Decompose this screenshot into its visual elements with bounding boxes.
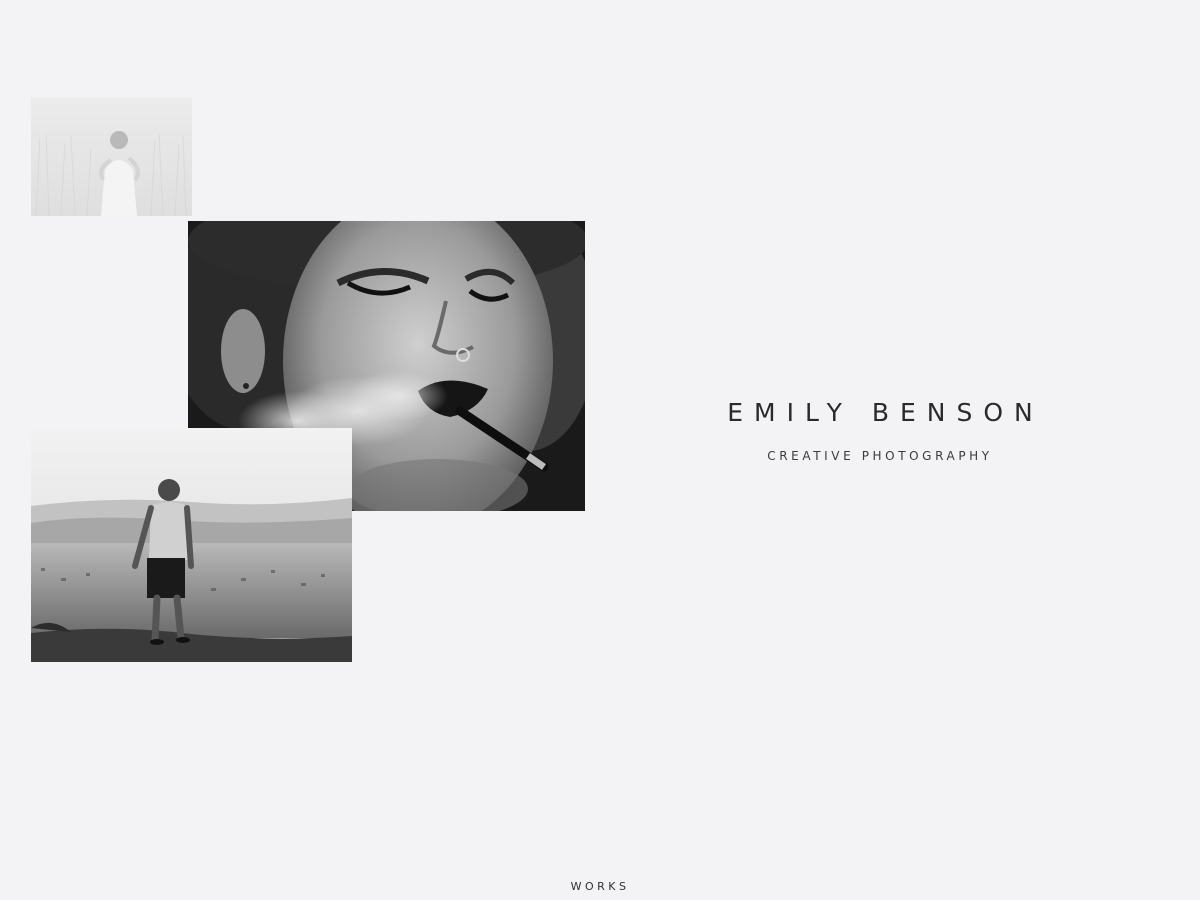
photo-boy[interactable] <box>31 428 352 662</box>
brand-name: EMILY BENSON <box>727 398 1044 427</box>
page: EMILY BENSON CREATIVE PHOTOGRAPHY WORKS <box>0 0 1200 900</box>
boy-image <box>31 428 352 662</box>
photo-field[interactable] <box>31 98 192 216</box>
brand-tagline: CREATIVE PHOTOGRAPHY <box>767 449 993 463</box>
field-image <box>31 98 192 216</box>
works-link[interactable]: WORKS <box>0 880 1200 893</box>
brand-block: EMILY BENSON CREATIVE PHOTOGRAPHY <box>640 398 1120 463</box>
